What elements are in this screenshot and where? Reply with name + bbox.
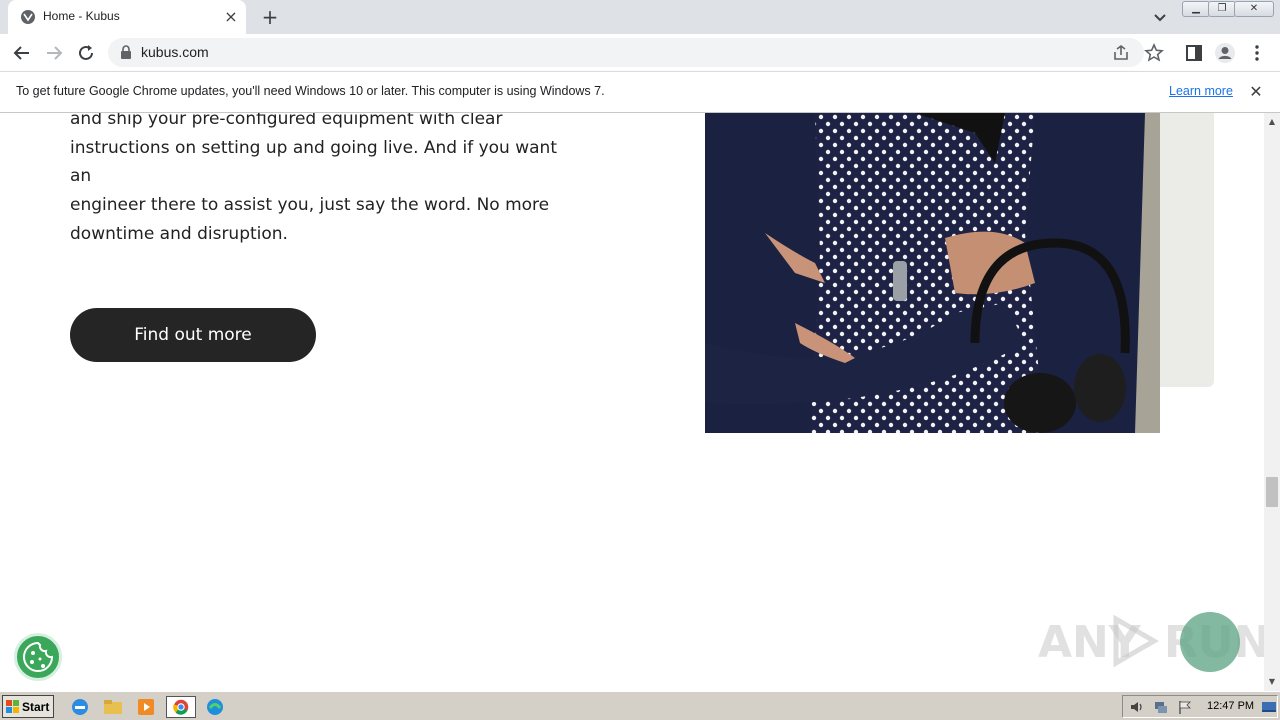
paragraph-line: and ship your pre-configured equipment w… <box>70 113 503 129</box>
page-scrollbar[interactable]: ▲ ▼ <box>1264 113 1280 691</box>
watermark-circle <box>1180 612 1240 672</box>
page-viewport: and ship your pre-configured equipment w… <box>0 113 1264 691</box>
url-text[interactable]: kubus.com <box>141 44 209 60</box>
edge-icon[interactable] <box>203 696 227 718</box>
tab-home-kubus[interactable]: Home - Kubus × <box>8 0 246 34</box>
paragraph-line: engineer there to assist you, just say t… <box>70 195 550 216</box>
forward-arrow-icon[interactable] <box>43 42 65 64</box>
scroll-down-arrow-icon[interactable]: ▼ <box>1264 675 1280 689</box>
address-bar[interactable]: kubus.com <box>108 38 1144 67</box>
side-panel-icon[interactable] <box>1183 42 1205 64</box>
profile-avatar-icon[interactable] <box>1214 42 1236 64</box>
reload-icon[interactable] <box>75 42 97 64</box>
tab-title: Home - Kubus <box>43 9 120 23</box>
lock-icon[interactable] <box>120 45 132 59</box>
kubus-favicon-icon <box>21 10 35 24</box>
system-clock[interactable]: 12:47 PM <box>1207 700 1254 712</box>
scroll-up-arrow-icon[interactable]: ▲ <box>1264 115 1280 129</box>
start-label: Start <box>22 700 50 714</box>
body-paragraph: and ship your pre-configured equipment w… <box>70 113 570 249</box>
windows-flag-icon <box>6 700 19 713</box>
learn-more-link[interactable]: Learn more <box>1169 84 1233 98</box>
kebab-menu-icon[interactable] <box>1246 42 1268 64</box>
media-player-icon[interactable] <box>134 696 158 718</box>
window-close-button[interactable]: ✕ <box>1234 1 1274 17</box>
paragraph-line: instructions on setting up and going liv… <box>70 137 557 187</box>
woman-with-headphones-photo <box>705 113 1160 433</box>
show-desktop-icon[interactable] <box>1261 699 1277 715</box>
watermark-play-icon <box>1113 614 1159 668</box>
infobar-close-icon[interactable]: ✕ <box>1246 82 1266 102</box>
cookie-settings-button[interactable] <box>14 633 62 681</box>
start-button[interactable]: Start <box>2 695 54 718</box>
tab-strip: Home - Kubus × + ▁ ❐ ✕ <box>0 0 1280 34</box>
browser-toolbar: kubus.com <box>0 34 1280 71</box>
cookie-icon <box>23 641 54 672</box>
find-out-more-button[interactable]: Find out more <box>70 308 316 362</box>
window-restore-button[interactable]: ❐ <box>1208 1 1236 17</box>
action-center-flag-icon[interactable] <box>1177 699 1193 715</box>
update-infobar: To get future Google Chrome updates, you… <box>0 71 1280 113</box>
share-icon[interactable] <box>1112 44 1130 62</box>
back-arrow-icon[interactable] <box>11 42 33 64</box>
tab-search-chevron-icon[interactable] <box>1150 7 1170 27</box>
internet-explorer-icon[interactable] <box>68 696 92 718</box>
bookmark-star-icon[interactable] <box>1143 42 1165 64</box>
new-tab-icon[interactable]: + <box>258 5 282 29</box>
scroll-thumb[interactable] <box>1266 477 1278 507</box>
chrome-taskbar-icon[interactable] <box>166 696 196 718</box>
system-tray: 12:47 PM <box>1122 695 1278 718</box>
anyrun-watermark: ANY RUN <box>1036 607 1264 677</box>
tab-close-icon[interactable]: × <box>222 8 240 26</box>
network-icon[interactable] <box>1153 699 1169 715</box>
paragraph-line: downtime and disruption. <box>70 223 288 244</box>
file-explorer-icon[interactable] <box>101 696 125 718</box>
volume-icon[interactable] <box>1129 699 1145 715</box>
window-minimize-button[interactable]: ▁ <box>1182 1 1210 17</box>
windows-taskbar: Start 12:47 PM <box>0 691 1280 720</box>
infobar-message: To get future Google Chrome updates, you… <box>16 84 605 98</box>
